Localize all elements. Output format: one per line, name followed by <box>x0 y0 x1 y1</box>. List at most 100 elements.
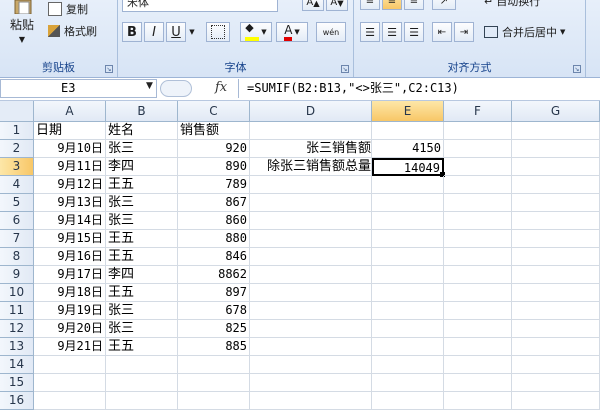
cell-d14[interactable] <box>250 356 372 374</box>
cell-b14[interactable] <box>106 356 178 374</box>
cell-g4[interactable] <box>512 176 600 194</box>
cell-b3[interactable]: 李四 <box>106 158 178 176</box>
row-header-16[interactable]: 16 <box>0 392 34 410</box>
row-header-3[interactable]: 3 <box>0 158 34 176</box>
bold-button[interactable]: B <box>122 22 142 42</box>
cell-g7[interactable] <box>512 230 600 248</box>
row-header-8[interactable]: 8 <box>0 248 34 266</box>
worksheet-grid[interactable]: A B C D E F G 1 2 3 4 5 6 7 8 9 10 11 12 13 14 15 16 日期 姓名 销售额 9月1… <box>0 101 600 410</box>
paste-button[interactable]: 粘贴 <box>4 16 40 32</box>
cell-a2[interactable]: 9月10日 <box>34 140 106 158</box>
font-launcher-icon[interactable]: ↘ <box>341 65 349 73</box>
cell-g9[interactable] <box>512 266 600 284</box>
row-header-7[interactable]: 7 <box>0 230 34 248</box>
align-left-button[interactable]: ☰ <box>360 22 380 42</box>
row-header-1[interactable]: 1 <box>0 122 34 140</box>
cell-c8[interactable]: 846 <box>178 248 250 266</box>
name-box-dropdown-icon[interactable]: ▼ <box>146 81 153 91</box>
cell-d8[interactable] <box>250 248 372 266</box>
row-header-15[interactable]: 15 <box>0 374 34 392</box>
cell-a15[interactable] <box>34 374 106 392</box>
active-cell[interactable]: 14049 <box>372 158 444 176</box>
cell-e2[interactable]: 4150 <box>372 140 444 158</box>
font-name-select[interactable]: 宋体 <box>122 0 278 12</box>
increase-indent-button[interactable]: ⇥ <box>454 22 474 42</box>
shrink-font-button[interactable]: A ▼ <box>326 0 348 11</box>
cell-d4[interactable] <box>250 176 372 194</box>
decrease-indent-button[interactable]: ⇤ <box>432 22 452 42</box>
cell-e14[interactable] <box>372 356 444 374</box>
cell-f3[interactable] <box>444 158 512 176</box>
copy-button[interactable]: 复制 <box>48 0 116 18</box>
cell-f4[interactable] <box>444 176 512 194</box>
borders-button[interactable] <box>206 22 230 42</box>
cell-b9[interactable]: 李四 <box>106 266 178 284</box>
cell-b15[interactable] <box>106 374 178 392</box>
cell-e8[interactable] <box>372 248 444 266</box>
cell-c2[interactable]: 920 <box>178 140 250 158</box>
cell-f8[interactable] <box>444 248 512 266</box>
column-header-a[interactable]: A <box>34 101 106 122</box>
cell-d10[interactable] <box>250 284 372 302</box>
cell-a16[interactable] <box>34 392 106 410</box>
cell-d6[interactable] <box>250 212 372 230</box>
row-header-5[interactable]: 5 <box>0 194 34 212</box>
cell-a7[interactable]: 9月15日 <box>34 230 106 248</box>
cell-b8[interactable]: 王五 <box>106 248 178 266</box>
cell-a8[interactable]: 9月16日 <box>34 248 106 266</box>
cell-c5[interactable]: 867 <box>178 194 250 212</box>
cell-c12[interactable]: 825 <box>178 320 250 338</box>
cell-a10[interactable]: 9月18日 <box>34 284 106 302</box>
column-header-f[interactable]: F <box>444 101 512 122</box>
cell-d2[interactable]: 张三销售额 <box>250 140 372 158</box>
row-header-2[interactable]: 2 <box>0 140 34 158</box>
column-header-e[interactable]: E <box>372 101 444 122</box>
cell-g5[interactable] <box>512 194 600 212</box>
cell-c7[interactable]: 880 <box>178 230 250 248</box>
row-header-14[interactable]: 14 <box>0 356 34 374</box>
bottom-align-button[interactable]: ≡ <box>404 0 424 10</box>
cell-a4[interactable]: 9月12日 <box>34 176 106 194</box>
format-painter-button[interactable]: 格式刷 <box>48 22 116 40</box>
cell-e10[interactable] <box>372 284 444 302</box>
cell-a6[interactable]: 9月14日 <box>34 212 106 230</box>
row-header-4[interactable]: 4 <box>0 176 34 194</box>
cell-f2[interactable] <box>444 140 512 158</box>
cell-b10[interactable]: 王五 <box>106 284 178 302</box>
phonetic-button[interactable]: wén <box>316 22 346 42</box>
row-header-6[interactable]: 6 <box>0 212 34 230</box>
cell-c15[interactable] <box>178 374 250 392</box>
cell-f5[interactable] <box>444 194 512 212</box>
cell-d16[interactable] <box>250 392 372 410</box>
cell-g15[interactable] <box>512 374 600 392</box>
row-header-10[interactable]: 10 <box>0 284 34 302</box>
paste-icon[interactable] <box>6 0 40 14</box>
cell-g3[interactable] <box>512 158 600 176</box>
cell-g12[interactable] <box>512 320 600 338</box>
cell-f1[interactable] <box>444 122 512 140</box>
column-header-d[interactable]: D <box>250 101 372 122</box>
cell-e4[interactable] <box>372 176 444 194</box>
cell-f12[interactable] <box>444 320 512 338</box>
cell-b4[interactable]: 王五 <box>106 176 178 194</box>
cell-a1[interactable]: 日期 <box>34 122 106 140</box>
cell-c11[interactable]: 678 <box>178 302 250 320</box>
wrap-text-button[interactable]: ↵ 自动换行 <box>484 0 574 10</box>
cell-f7[interactable] <box>444 230 512 248</box>
cell-b2[interactable]: 张三 <box>106 140 178 158</box>
cell-f16[interactable] <box>444 392 512 410</box>
name-box[interactable]: E3 <box>0 79 157 98</box>
cell-b12[interactable]: 张三 <box>106 320 178 338</box>
cell-f6[interactable] <box>444 212 512 230</box>
cell-f14[interactable] <box>444 356 512 374</box>
cell-e15[interactable] <box>372 374 444 392</box>
cell-a9[interactable]: 9月17日 <box>34 266 106 284</box>
row-header-13[interactable]: 13 <box>0 338 34 356</box>
cell-d7[interactable] <box>250 230 372 248</box>
align-right-button[interactable]: ☰ <box>404 22 424 42</box>
paste-dropdown-icon[interactable]: ▼ <box>14 34 30 44</box>
underline-dropdown-icon[interactable]: ▼ <box>187 26 197 38</box>
cell-d5[interactable] <box>250 194 372 212</box>
cell-f9[interactable] <box>444 266 512 284</box>
cell-c9[interactable]: 8862 <box>178 266 250 284</box>
